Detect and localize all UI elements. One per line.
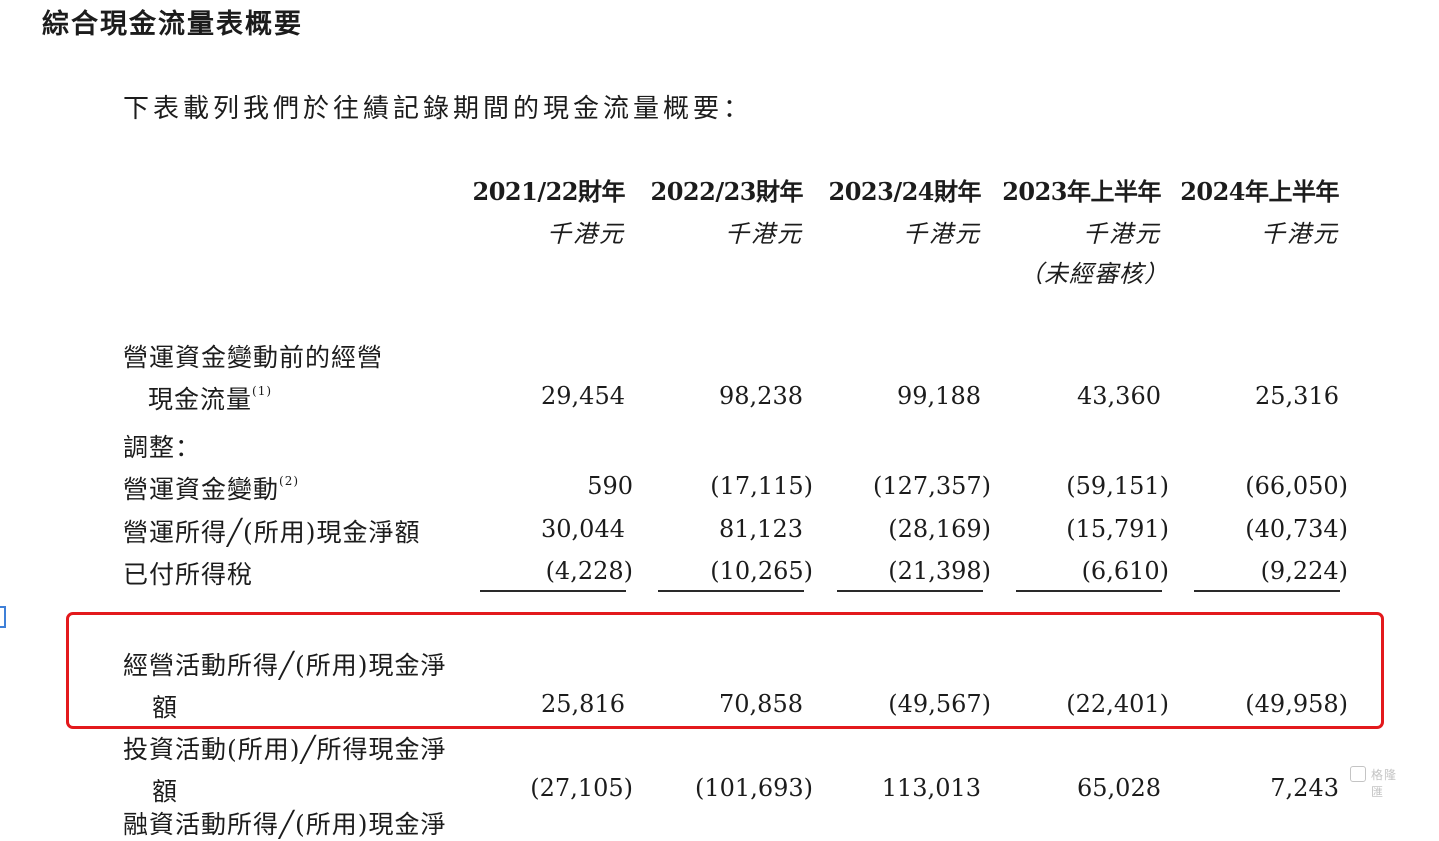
row-label-op-generated: 營運所得╱(所用)現金淨額	[123, 518, 421, 547]
col-header-1h2023: 2023年上半年	[1002, 177, 1161, 206]
row-label-partial-next: 融資活動所得╱(所用)現金淨	[123, 810, 447, 839]
col-unit-fy2324: 千港元	[903, 220, 981, 248]
footnote-marker: (2)	[279, 474, 300, 488]
row-label-op-before-wc: 營運資金變動前的經營	[123, 343, 384, 372]
row-label-net-operating: 經營活動所得╱(所用)現金淨	[123, 651, 447, 680]
cell-net-operating-fy2324: (49,567)	[888, 690, 991, 718]
cell-op-generated-fy2324: (28,169)	[888, 515, 991, 543]
cell-net-investing-1h2023: 65,028	[1077, 774, 1161, 802]
row-label-tax-paid: 已付所得稅	[123, 560, 254, 589]
cell-op-before-wc-fy2223: 98,238	[719, 382, 803, 410]
cell-net-operating-fy2122: 25,816	[541, 690, 625, 718]
cell-net-operating-1h2023: (22,401)	[1066, 690, 1169, 718]
cell-net-investing-fy2122: (27,105)	[530, 774, 633, 802]
subtotal-rule	[1194, 590, 1340, 592]
col-unit-1h2024: 千港元	[1261, 220, 1339, 248]
col-header-fy2223: 2022/23財年	[650, 177, 804, 206]
cell-tax-paid-fy2223: (10,265)	[710, 557, 813, 585]
cell-op-before-wc-fy2324: 99,188	[897, 382, 981, 410]
cell-wc-changes-fy2122: 590	[587, 472, 633, 500]
cell-net-operating-1h2024: (49,958)	[1245, 690, 1348, 718]
cell-wc-changes-1h2024: (66,050)	[1245, 472, 1348, 500]
unaudited-note: （未經審核）	[1019, 260, 1169, 288]
cell-net-investing-fy2223: (101,693)	[695, 774, 813, 802]
cell-wc-changes-1h2023: (59,151)	[1066, 472, 1169, 500]
cell-wc-changes-fy2324: (127,357)	[873, 472, 991, 500]
col-header-fy2122: 2021/22財年	[472, 177, 626, 206]
cell-tax-paid-1h2024: (9,224)	[1260, 557, 1348, 585]
cell-op-before-wc-fy2122: 29,454	[541, 382, 625, 410]
col-unit-fy2122: 千港元	[547, 220, 625, 248]
cell-op-generated-1h2024: (40,734)	[1245, 515, 1348, 543]
cell-net-operating-fy2223: 70,858	[719, 690, 803, 718]
cell-op-generated-1h2023: (15,791)	[1066, 515, 1169, 543]
col-unit-fy2223: 千港元	[725, 220, 803, 248]
row-label-op-before-wc-line2: 現金流量(1)	[148, 384, 273, 414]
subtotal-rule	[1016, 590, 1162, 592]
intro-text: 下表載列我們於往績記錄期間的現金流量概要：	[123, 94, 754, 124]
cell-tax-paid-fy2122: (4,228)	[545, 557, 633, 585]
col-header-fy2324: 2023/24財年	[828, 177, 982, 206]
page-title: 綜合現金流量表概要	[42, 9, 303, 40]
cell-op-before-wc-1h2024: 25,316	[1255, 382, 1339, 410]
row-label-net-investing-line2: 額	[152, 777, 179, 806]
subtotal-rule	[837, 590, 983, 592]
row-label-adjustments: 調整：	[123, 433, 202, 462]
row-label-net-operating-line2: 額	[152, 693, 179, 722]
subtotal-rule	[480, 590, 626, 592]
cell-net-investing-fy2324: 113,013	[881, 774, 981, 802]
footnote-marker: (1)	[252, 384, 273, 398]
cell-op-before-wc-1h2023: 43,360	[1077, 382, 1161, 410]
watermark: 格隆匯	[1350, 762, 1404, 799]
cell-op-generated-fy2223: 81,123	[719, 515, 803, 543]
cell-op-generated-fy2122: 30,044	[541, 515, 625, 543]
col-unit-1h2023: 千港元	[1083, 220, 1161, 248]
col-header-1h2024: 2024年上半年	[1180, 177, 1339, 206]
cell-tax-paid-1h2023: (6,610)	[1081, 557, 1169, 585]
subtotal-rule	[658, 590, 804, 592]
cell-tax-paid-fy2324: (21,398)	[888, 557, 991, 585]
cell-net-investing-1h2024: 7,243	[1270, 774, 1339, 802]
row-label-wc-changes: 營運資金變動(2)	[123, 474, 300, 504]
side-selection-marker	[0, 606, 6, 628]
row-label-net-investing: 投資活動(所用)╱所得現金淨	[123, 735, 447, 764]
cell-wc-changes-fy2223: (17,115)	[710, 472, 813, 500]
watermark-logo-icon	[1350, 766, 1366, 782]
watermark-text: 格隆匯	[1371, 768, 1398, 799]
